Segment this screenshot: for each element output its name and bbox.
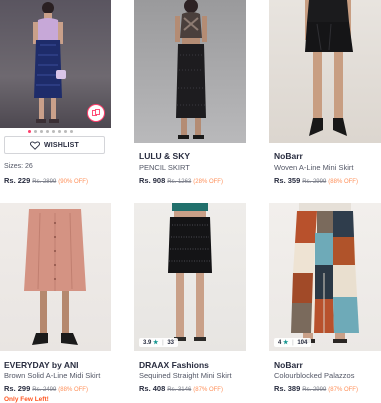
product-name: Sequined Straight Mini Skirt — [139, 371, 232, 380]
selling-price: Rs. 908 — [139, 176, 166, 185]
wishlist-button[interactable]: WISHLIST — [4, 136, 105, 154]
star-icon: ★ — [283, 340, 289, 346]
model-figure — [305, 0, 353, 136]
original-price: Rs. 1263 — [167, 179, 192, 185]
original-price: Rs. 3146 — [167, 387, 192, 393]
rating-count: 104 — [297, 340, 308, 346]
product-card[interactable]: EVERYDAY by ANI Brown Solid A-Line Midi … — [0, 203, 111, 400]
rating-divider: | — [292, 340, 294, 346]
product-name: Brown Solid A-Line Midi Skirt — [4, 371, 101, 380]
product-card[interactable]: NoBarr Woven A-Line Mini Skirt Rs. 359 Rs… — [269, 0, 381, 200]
rating-badge: 4 ★ | 104 — [274, 338, 312, 347]
similar-icon — [92, 109, 100, 116]
wishlist-label: WISHLIST — [43, 141, 80, 149]
carousel-dot[interactable] — [58, 130, 61, 133]
view-similar-button[interactable] — [87, 104, 105, 122]
carousel-dot[interactable] — [64, 130, 67, 133]
selling-price: Rs. 389 — [274, 384, 301, 393]
product-brand: NoBarr — [274, 151, 303, 161]
carousel-dot[interactable] — [52, 130, 55, 133]
carousel-dot[interactable] — [28, 130, 31, 133]
model-figure — [24, 203, 86, 345]
price-row: Rs. 389 Rs. 2999 (87% OFF) — [274, 384, 358, 393]
price-row: Rs. 229 Rs. 2899 (90% OFF) — [4, 176, 88, 185]
selling-price: Rs. 229 — [4, 176, 31, 185]
model-figure — [175, 0, 207, 139]
product-name: Woven A-Line Mini Skirt — [274, 163, 354, 172]
product-card[interactable]: 3.9 ★ | 33 DRAAX Fashions Sequined Strai… — [134, 203, 246, 400]
discount-percent: (87% OFF) — [193, 387, 223, 393]
product-image[interactable] — [269, 0, 381, 143]
discount-percent: (28% OFF) — [193, 179, 223, 185]
product-brand: EVERYDAY by ANI — [4, 360, 79, 370]
discount-percent: (88% OFF) — [328, 179, 358, 185]
product-card[interactable]: WISHLIST Sizes: 26 Rs. 229 Rs. 2899 (90% O… — [0, 0, 111, 200]
original-price: Rs. 2499 — [32, 387, 57, 393]
carousel-dot[interactable] — [40, 130, 43, 133]
product-brand: NoBarr — [274, 360, 303, 370]
selling-price: Rs. 408 — [139, 384, 166, 393]
rating-value: 3.9 — [143, 340, 152, 346]
discount-percent: (87% OFF) — [328, 387, 358, 393]
price-row: Rs. 908 Rs. 1263 (28% OFF) — [139, 176, 223, 185]
image-carousel-dots[interactable] — [28, 130, 73, 133]
product-name: Colourblocked Palazzos — [274, 371, 355, 380]
rating-value: 4 — [278, 340, 282, 346]
price-row: Rs. 299 Rs. 2499 (88% OFF) — [4, 384, 88, 393]
original-price: Rs. 2999 — [302, 179, 327, 185]
product-brand: LULU & SKY — [139, 151, 190, 161]
product-image[interactable] — [269, 203, 381, 351]
carousel-dot[interactable] — [46, 130, 49, 133]
product-card[interactable]: 4 ★ | 104 NoBarr Colourblocked Palazzos … — [269, 203, 381, 400]
heart-icon — [30, 140, 40, 150]
carousel-dot[interactable] — [70, 130, 73, 133]
rating-divider: | — [162, 340, 164, 346]
discount-percent: (88% OFF) — [58, 387, 88, 393]
original-price: Rs. 2999 — [302, 387, 327, 393]
selling-price: Rs. 299 — [4, 384, 31, 393]
product-card[interactable]: LULU & SKY PENCIL SKIRT Rs. 908 Rs. 1263(… — [134, 0, 246, 200]
model-figure — [291, 203, 359, 343]
star-icon: ★ — [153, 340, 159, 346]
model-figure — [168, 203, 212, 341]
discount-percent: (90% OFF) — [58, 179, 88, 185]
product-image[interactable] — [134, 0, 246, 143]
rating-badge: 3.9 ★ | 33 — [139, 338, 178, 347]
price-row: Rs. 359 Rs. 2999 (88% OFF) — [274, 176, 358, 185]
original-price: Rs. 2899 — [32, 179, 57, 185]
available-sizes: Sizes: 26 — [4, 163, 33, 170]
product-name: PENCIL SKIRT — [139, 163, 190, 172]
price-row: Rs. 408 Rs. 3146 (87% OFF) — [139, 384, 223, 393]
rating-count: 33 — [167, 340, 174, 346]
product-brand: DRAAX Fashions — [139, 360, 209, 370]
selling-price: Rs. 359 — [274, 176, 301, 185]
product-image[interactable] — [0, 203, 111, 351]
carousel-dot[interactable] — [34, 130, 37, 133]
product-image[interactable] — [134, 203, 246, 351]
